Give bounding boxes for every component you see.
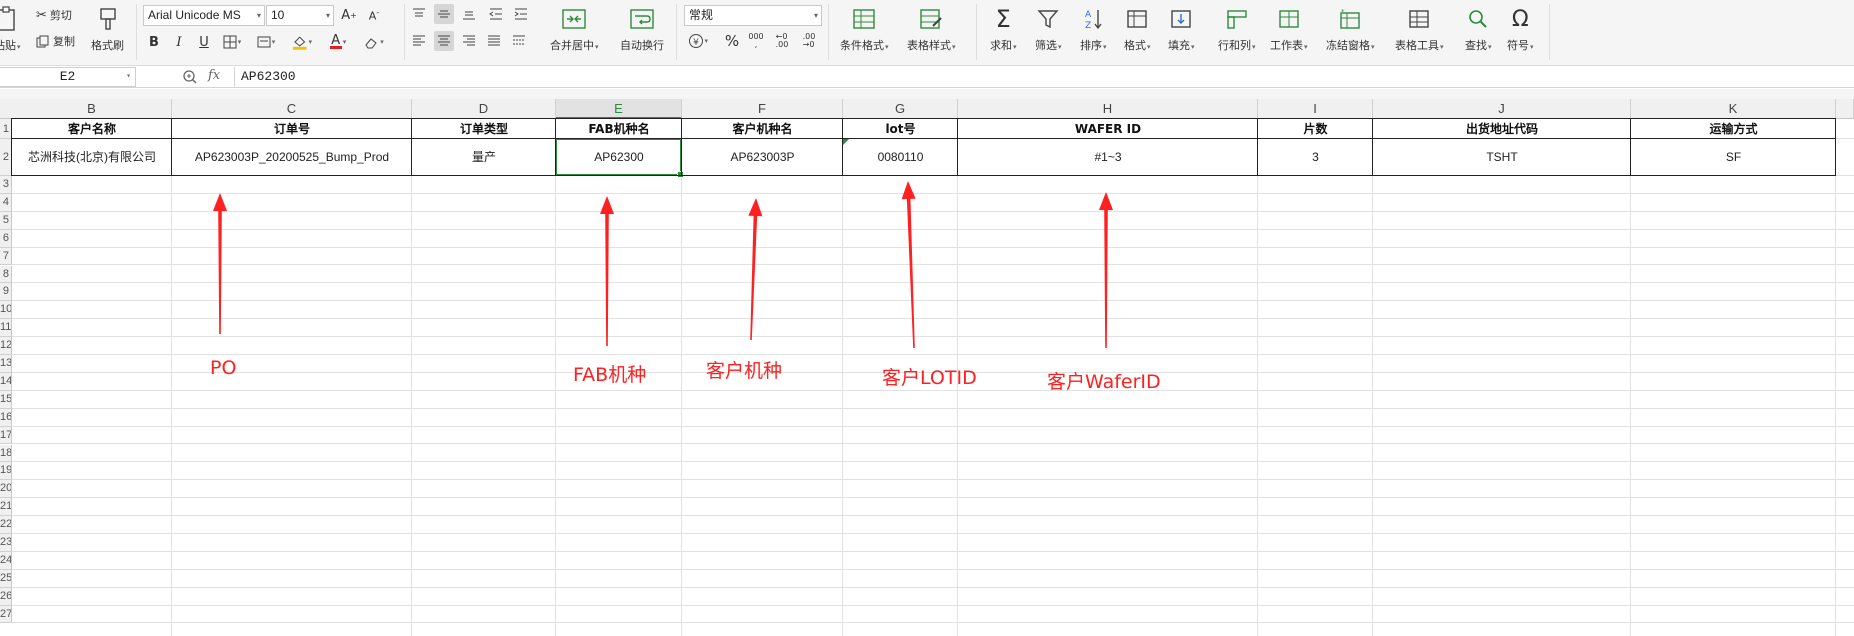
annotation-arrow — [748, 198, 763, 341]
annotation-arrow — [213, 193, 227, 334]
annotation-arrow — [600, 196, 614, 346]
annotation-fab-model: FAB机种 — [573, 364, 647, 386]
annotation-arrows — [213, 181, 1113, 349]
annotation-arrow — [1099, 192, 1113, 348]
annotation-customer-lotid: 客户LOTID — [882, 367, 977, 389]
annotation-customer-model: 客户机种 — [706, 360, 783, 382]
annotation-arrow — [901, 181, 916, 349]
annotation-po: PO — [210, 357, 237, 379]
annotation-customer-waferid: 客户WaferID — [1047, 371, 1161, 393]
